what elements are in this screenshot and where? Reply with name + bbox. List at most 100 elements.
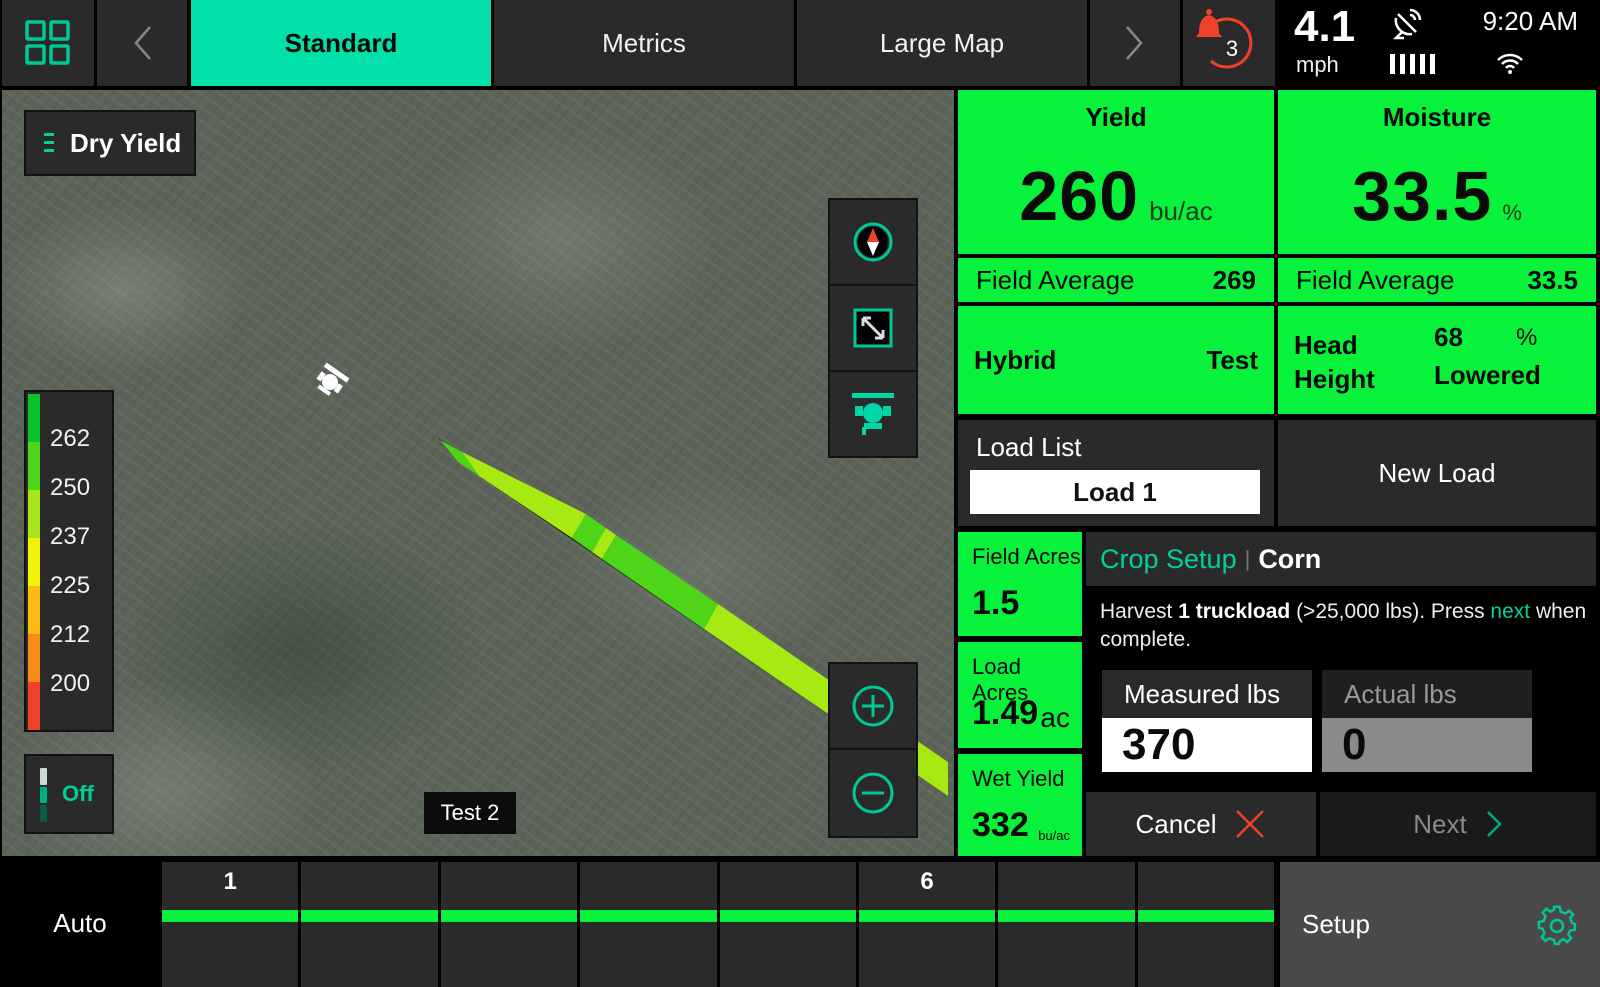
gps-signal-bars (1390, 54, 1435, 74)
coverage-toggle[interactable]: Off (24, 754, 114, 834)
zoom-out-button[interactable] (830, 750, 916, 836)
crop-setup-panel: Crop Setup | Corn Harvest 1 truckload (>… (1086, 532, 1596, 856)
cancel-button[interactable]: Cancel (1086, 792, 1316, 856)
section-active-bar (1137, 910, 1274, 922)
section-number: 1 (223, 868, 237, 895)
tab-metrics[interactable]: Metrics (494, 0, 794, 86)
legend-labels: 262 250 237 225 212 200 (50, 414, 90, 708)
section-number: 6 (920, 868, 934, 895)
yield-avg-label: Field Average (976, 264, 1135, 295)
compass-icon (853, 222, 893, 262)
section-2[interactable] (301, 862, 438, 987)
tab-standard[interactable]: Standard (191, 0, 491, 86)
head-height-tile[interactable]: Head Height 68 % Lowered (1278, 306, 1596, 414)
wet-yield-value: 332 (972, 806, 1029, 844)
section-1[interactable]: 1 (162, 862, 299, 987)
wet-yield-tile[interactable]: Wet Yield 332 bu/ac (958, 754, 1082, 856)
section-4[interactable] (580, 862, 717, 987)
alerts-button[interactable]: 3 (1183, 0, 1275, 86)
chevron-left-icon (134, 26, 151, 60)
grid-icon (25, 20, 70, 65)
measured-lbs-label: Measured lbs (1102, 670, 1312, 718)
map-view-controls (828, 198, 918, 458)
wet-yield-label: Wet Yield (972, 766, 1065, 791)
toggle-switch-icon (40, 768, 47, 823)
section-5[interactable] (719, 862, 856, 987)
apps-menu-button[interactable] (2, 0, 94, 86)
crop-setup-title: Crop Setup (1100, 543, 1237, 574)
load-select[interactable]: Load 1 (970, 470, 1260, 514)
legend-color-swatch (28, 394, 40, 442)
section-7[interactable] (998, 862, 1135, 987)
auto-section-button[interactable]: Auto (0, 860, 160, 987)
moisture-avg-value: 33.5 (1527, 264, 1578, 295)
field-acres-label: Field Acres (972, 544, 1081, 569)
yield-tile[interactable]: Yield 260 bu/ac (958, 90, 1274, 254)
header-separator: | (1244, 546, 1251, 571)
clock: 9:20 AM (1482, 6, 1578, 36)
actual-lbs-label: Actual lbs (1322, 670, 1532, 718)
yield-legend: 262 250 237 225 212 200 (24, 390, 114, 732)
section-active-bar (162, 910, 299, 922)
section-active-bar (719, 910, 856, 922)
wifi-icon (1497, 53, 1523, 74)
previous-tab-button[interactable] (97, 0, 187, 86)
section-active-bar (301, 910, 438, 922)
setup-label: Setup (1302, 909, 1370, 939)
chevron-right-icon (1126, 26, 1143, 60)
field-map[interactable]: Dry Yield 262 250 237 225 212 200 Off Te… (2, 90, 954, 856)
tab-large-map[interactable]: Large Map (797, 0, 1087, 86)
legend-color-swatch (28, 490, 40, 538)
actual-lbs-input[interactable] (1322, 718, 1532, 772)
section-6[interactable]: 6 (858, 862, 996, 987)
legend-label: 237 (50, 523, 91, 550)
toggle-state-label: Off (62, 781, 94, 806)
metrics-panel: Yield 260 bu/ac Moisture 33.5 % Field Av… (956, 90, 1600, 856)
next-button[interactable]: Next (1320, 792, 1596, 856)
legend-label: 200 (50, 670, 91, 697)
satellite-icon (1392, 8, 1422, 40)
legend-label: 212 (50, 621, 91, 648)
section-list: 16 (162, 862, 1274, 987)
combine-icon (852, 393, 894, 435)
crop-setup-header: Crop Setup | Corn (1086, 532, 1596, 586)
yield-unit: bu/ac (1149, 196, 1213, 226)
gear-icon (1537, 905, 1577, 945)
load-acres-unit: ac (1040, 702, 1070, 733)
menu-icon (44, 133, 54, 152)
hybrid-label: Hybrid (974, 344, 1057, 375)
next-tab-button[interactable] (1090, 0, 1180, 86)
status-area: 4.1 mph 9:20 AM (1278, 0, 1600, 86)
speed-value: 4.1 (1294, 2, 1356, 51)
alert-count: 3 (1226, 36, 1238, 61)
compass-button[interactable] (830, 200, 916, 286)
map-layer-selector[interactable]: Dry Yield (24, 110, 196, 176)
setup-button[interactable]: Setup (1280, 862, 1600, 987)
bell-alert-icon: 3 (1196, 9, 1253, 69)
follow-machine-button[interactable] (830, 372, 916, 458)
combine-position-icon (316, 362, 350, 396)
zoom-in-button[interactable] (830, 664, 916, 750)
new-load-button[interactable]: New Load (1278, 420, 1596, 526)
measured-lbs-input[interactable] (1102, 718, 1312, 772)
field-acres-value: 1.5 (972, 584, 1020, 622)
legend-color-swatch (28, 634, 40, 682)
load-acres-value: 1.49 (972, 694, 1039, 732)
yield-title: Yield (1085, 102, 1147, 132)
moisture-tile[interactable]: Moisture 33.5 % (1278, 90, 1596, 254)
legend-label: 225 (50, 572, 91, 599)
hybrid-tile[interactable]: Hybrid Test (958, 306, 1274, 414)
load-acres-tile[interactable]: Load Acres 1.49 ac (958, 642, 1082, 748)
moisture-unit: % (1502, 200, 1522, 225)
section-8[interactable] (1137, 862, 1274, 987)
wet-yield-unit: bu/ac (1038, 828, 1070, 843)
section-3[interactable] (440, 862, 578, 987)
expand-icon (853, 308, 893, 348)
yield-value: 260 (1019, 157, 1140, 235)
fullscreen-button[interactable] (830, 286, 916, 372)
field-acres-tile[interactable]: Field Acres 1.5 (958, 532, 1082, 636)
yield-avg-value: 269 (1212, 264, 1256, 295)
minus-circle-icon (852, 772, 894, 814)
actual-lbs-field: Actual lbs (1322, 670, 1532, 772)
moisture-value: 33.5 (1352, 157, 1493, 235)
